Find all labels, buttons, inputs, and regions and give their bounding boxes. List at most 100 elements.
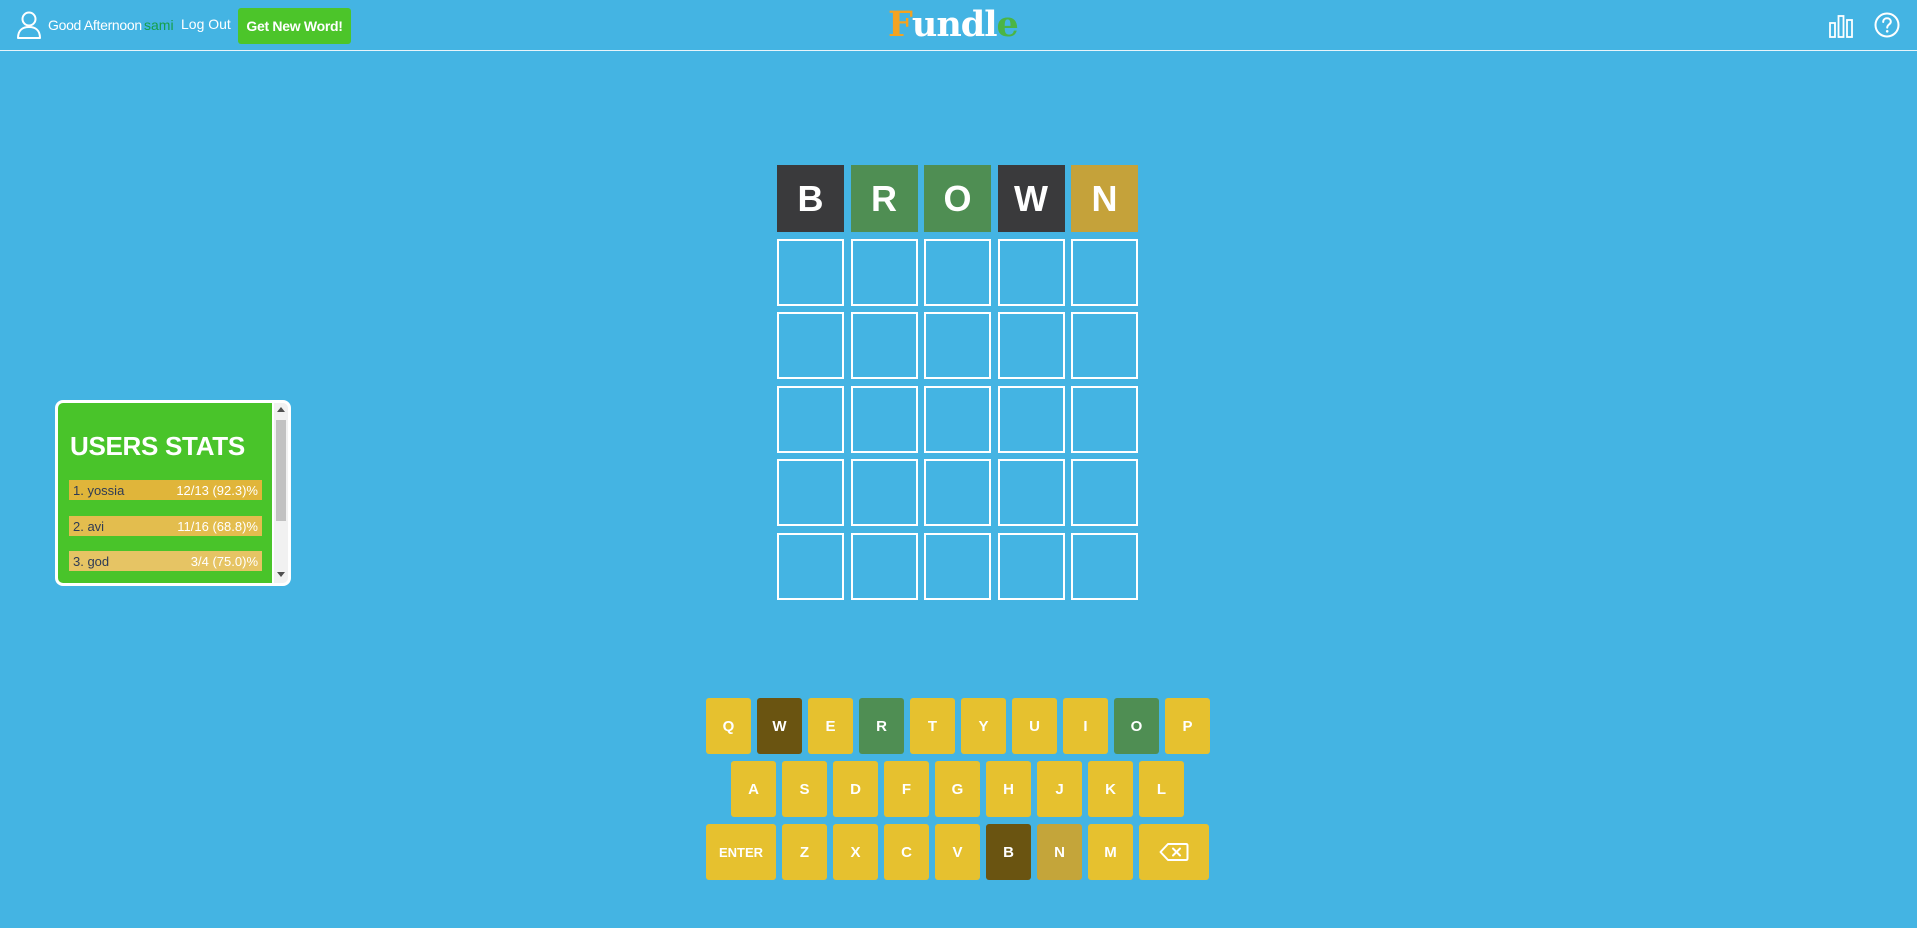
stats-user-name: 2. avi <box>73 518 105 534</box>
board-tile <box>1071 532 1138 600</box>
board-tile <box>1071 459 1138 526</box>
board-tile <box>777 459 844 526</box>
board-tile <box>924 312 991 379</box>
logout-link[interactable]: Log Out <box>181 16 231 32</box>
fundle-logo: Fundle <box>888 5 1030 45</box>
board-tile <box>997 532 1065 600</box>
key-s[interactable]: S <box>782 761 827 817</box>
board-tile <box>997 459 1065 526</box>
enter-key[interactable]: ENTER <box>706 824 776 880</box>
game-board: BROWN <box>777 165 1145 606</box>
key-g[interactable]: G <box>935 761 980 817</box>
board-tile <box>1071 385 1138 453</box>
key-r[interactable]: R <box>859 698 904 754</box>
board-tile <box>997 238 1065 306</box>
board-tile <box>1071 238 1138 306</box>
key-a[interactable]: A <box>731 761 776 817</box>
key-f[interactable]: F <box>884 761 929 817</box>
board-tile <box>924 238 991 306</box>
key-x[interactable]: X <box>833 824 878 880</box>
board-row <box>777 459 1145 526</box>
logo-letter: n <box>936 4 961 45</box>
stats-list-item: 2. avi 11/16 (68.8)% <box>69 516 262 536</box>
logo-letter: l <box>984 4 997 45</box>
board-tile <box>850 459 918 526</box>
key-u[interactable]: U <box>1012 698 1057 754</box>
board-tile <box>1071 312 1138 379</box>
scroll-up-arrow-icon[interactable] <box>277 407 285 412</box>
key-b[interactable]: B <box>986 824 1031 880</box>
board-tile <box>850 385 918 453</box>
board-tile <box>997 385 1065 453</box>
key-p[interactable]: P <box>1165 698 1210 754</box>
key-j[interactable]: J <box>1037 761 1082 817</box>
users-stats-title: USERS STATS <box>70 431 245 461</box>
stats-user-score: 12/13 (92.3)% <box>176 482 258 498</box>
board-row <box>777 238 1145 306</box>
stats-user-name: 1. yossia <box>73 482 125 498</box>
key-z[interactable]: Z <box>782 824 827 880</box>
key-d[interactable]: D <box>833 761 878 817</box>
board-tile: N <box>1071 165 1138 232</box>
board-tile <box>850 312 918 379</box>
key-y[interactable]: Y <box>961 698 1006 754</box>
board-tile: B <box>777 165 844 232</box>
board-row <box>777 312 1145 379</box>
board-row: BROWN <box>777 165 1145 232</box>
key-l[interactable]: L <box>1139 761 1184 817</box>
board-row <box>777 385 1145 453</box>
scroll-thumb[interactable] <box>276 420 286 521</box>
stats-list-item: 3. god 3/4 (75.0)% <box>69 551 262 571</box>
key-m[interactable]: M <box>1088 824 1133 880</box>
key-h[interactable]: H <box>986 761 1031 817</box>
keyboard-row: ASDFGHJKL <box>731 761 1190 817</box>
board-tile <box>924 385 991 453</box>
board-tile <box>777 312 844 379</box>
stats-icon[interactable] <box>1829 14 1853 38</box>
logo-letter: d <box>960 4 986 45</box>
board-tile: O <box>924 165 991 232</box>
users-stats-panel: USERS STATS 1. yossia 12/13 (92.3)% 2. avi… <box>55 400 291 586</box>
logo-letter: u <box>911 4 937 45</box>
logo-letter: e <box>996 4 1019 45</box>
help-icon[interactable] <box>1874 12 1900 38</box>
user-icon <box>17 11 41 39</box>
logo-letter: F <box>888 4 913 45</box>
board-tile <box>924 532 991 600</box>
key-c[interactable]: C <box>884 824 929 880</box>
users-stats-content: USERS STATS 1. yossia 12/13 (92.3)% 2. avi… <box>58 403 272 583</box>
board-tile <box>777 385 844 453</box>
key-k[interactable]: K <box>1088 761 1133 817</box>
key-w[interactable]: W <box>757 698 802 754</box>
key-v[interactable]: V <box>935 824 980 880</box>
board-row <box>777 532 1145 600</box>
key-q[interactable]: Q <box>706 698 751 754</box>
board-tile: W <box>997 165 1065 232</box>
board-tile: R <box>850 165 918 232</box>
backspace-icon <box>1159 843 1189 861</box>
keyboard-row: QWERTYUIOP <box>706 698 1216 754</box>
stats-user-score: 3/4 (75.0)% <box>190 553 258 569</box>
stats-list-item: 1. yossia 12/13 (92.3)% <box>69 480 262 500</box>
board-tile <box>777 238 844 306</box>
stats-user-score: 11/16 (68.8)% <box>177 518 258 534</box>
board-tile <box>850 238 918 306</box>
stats-user-name: 3. god <box>73 553 110 569</box>
scroll-down-arrow-icon[interactable] <box>277 572 285 577</box>
get-new-word-button[interactable]: Get New Word! <box>238 8 351 44</box>
key-e[interactable]: E <box>808 698 853 754</box>
board-tile <box>850 532 918 600</box>
key-i[interactable]: I <box>1063 698 1108 754</box>
key-t[interactable]: T <box>910 698 955 754</box>
greeting-text: Good Afternoon <box>48 17 142 33</box>
username: sami <box>144 17 174 33</box>
stats-scrollbar[interactable] <box>274 403 288 583</box>
board-tile <box>924 459 991 526</box>
key-n[interactable]: N <box>1037 824 1082 880</box>
top-bar: Good Afternoon sami Log Out Get New Word… <box>0 0 1917 51</box>
board-tile <box>997 312 1065 379</box>
backspace-key[interactable] <box>1139 824 1209 880</box>
keyboard-row: ENTER Z X C V B N M <box>706 824 1215 880</box>
board-tile <box>777 532 844 600</box>
key-o[interactable]: O <box>1114 698 1159 754</box>
